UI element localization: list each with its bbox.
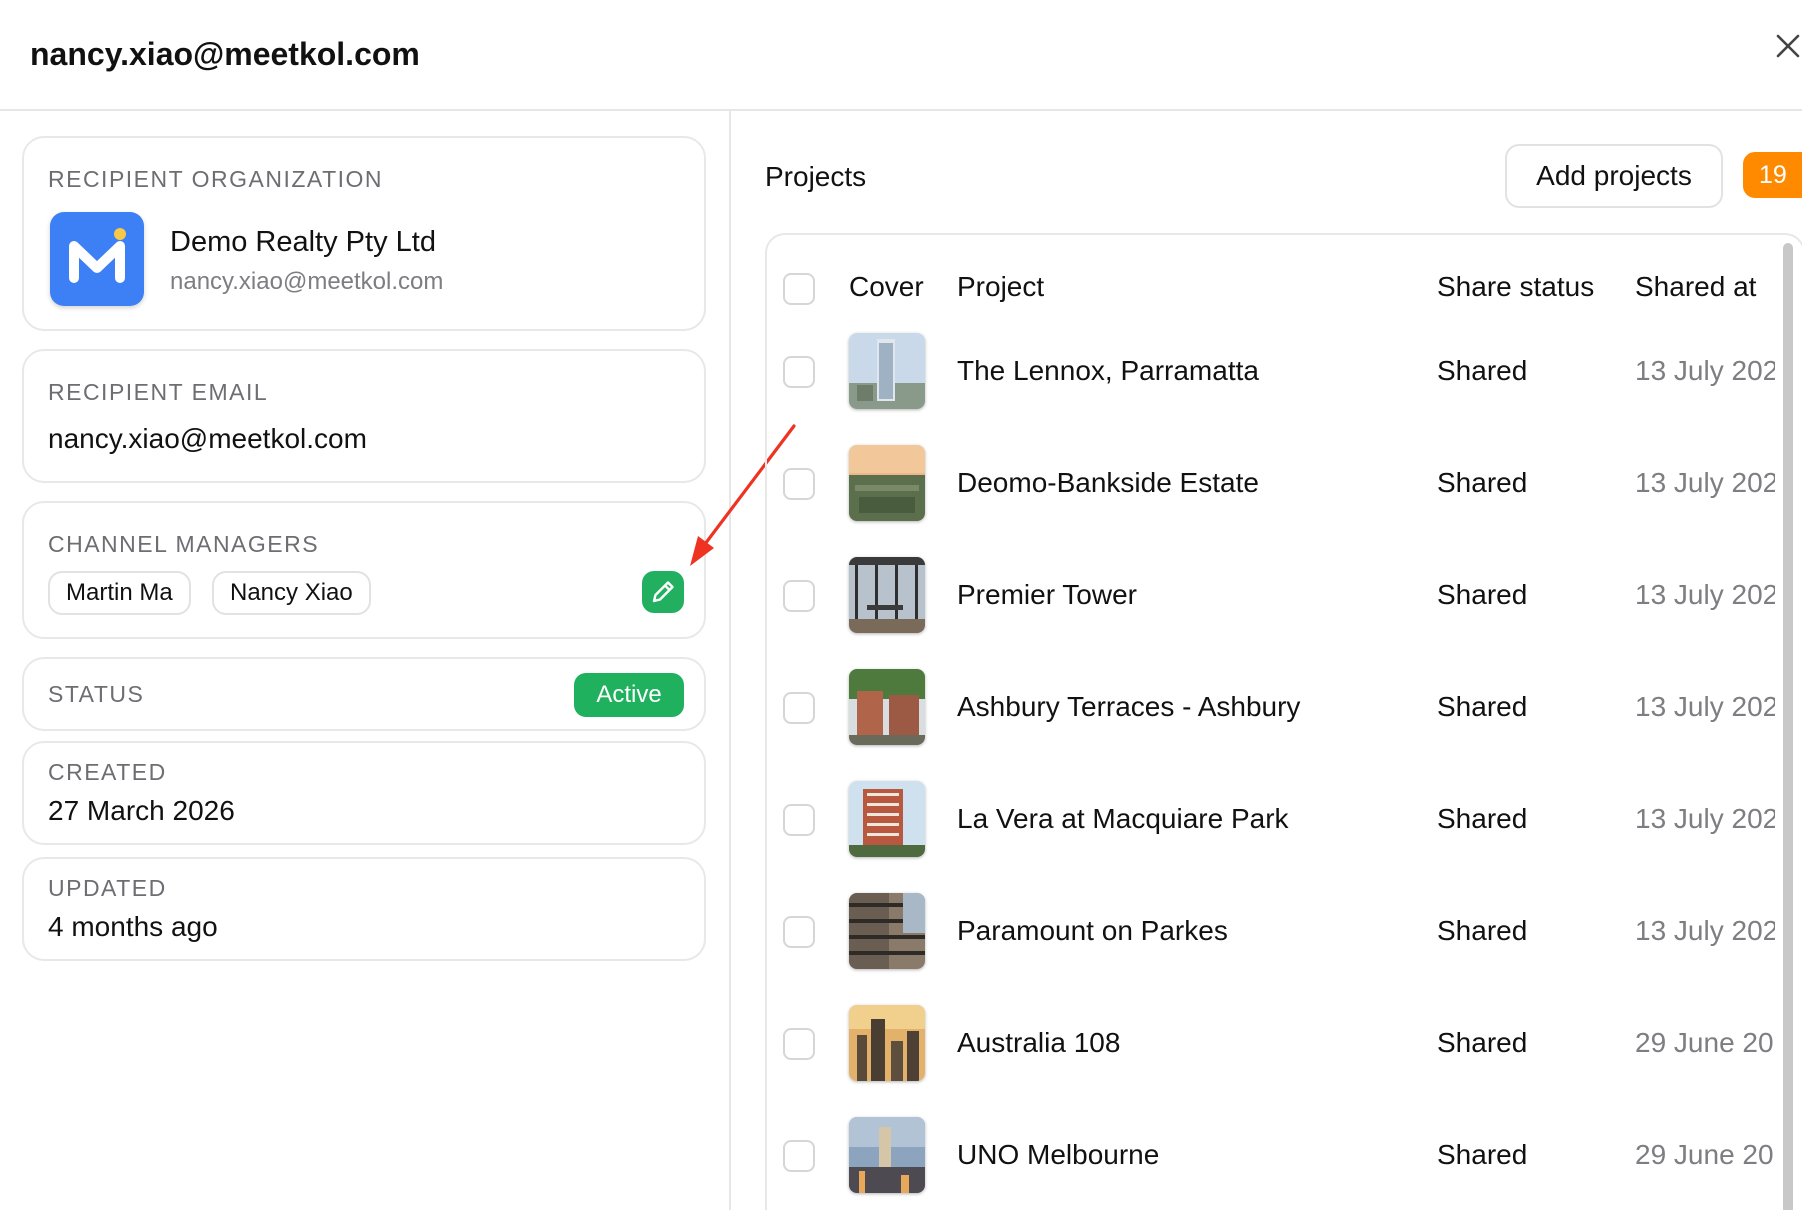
column-header-cover: Cover — [849, 271, 924, 302]
shared-at: 13 July 202 — [1635, 691, 1775, 722]
table-row[interactable]: Premier Tower Shared 13 July 202 — [767, 557, 1802, 669]
table-row[interactable]: Ashbury Terraces - Ashbury Shared 13 Jul… — [767, 669, 1802, 781]
shared-at: 13 July 202 — [1635, 467, 1775, 498]
project-name[interactable]: Paramount on Parkes — [957, 915, 1228, 947]
created-label: CREATED — [48, 759, 167, 785]
column-header-shared-at[interactable]: Shared at — [1635, 271, 1756, 303]
table-row[interactable]: Paramount on Parkes Shared 13 July 202 — [767, 893, 1802, 1005]
shared-at: 13 July 202 — [1635, 803, 1775, 834]
status-card: STATUS Active — [22, 657, 706, 731]
table-row[interactable]: UNO Melbourne Shared 29 June 20 — [767, 1117, 1802, 1210]
manager-chip[interactable]: Nancy Xiao — [212, 571, 371, 615]
project-cover-image — [849, 445, 925, 521]
scrollbar-thumb[interactable] — [1783, 243, 1793, 1210]
status-badge: Active — [574, 673, 684, 717]
project-name[interactable]: UNO Melbourne — [957, 1139, 1159, 1171]
updated-card: UPDATED 4 months ago — [22, 857, 706, 961]
shared-at: 29 June 20 — [1635, 1027, 1774, 1058]
project-name[interactable]: Premier Tower — [957, 579, 1137, 611]
project-cover-image — [849, 781, 925, 857]
organization-logo — [50, 212, 144, 306]
project-cover-image — [849, 333, 925, 409]
row-checkbox[interactable] — [783, 580, 815, 612]
updated-label: UPDATED — [48, 875, 167, 901]
column-header-share-status[interactable]: Share status — [1437, 271, 1594, 303]
row-checkbox[interactable] — [783, 468, 815, 500]
column-header-project[interactable]: Project — [957, 271, 1044, 303]
project-cover-image — [849, 1005, 925, 1081]
channel-managers-card: CHANNEL MANAGERS Martin Ma Nancy Xiao — [22, 501, 706, 639]
recipient-email-value: nancy.xiao@meetkol.com — [48, 423, 367, 454]
projects-table: Cover Project Share status Shared at The… — [765, 233, 1802, 1210]
project-name[interactable]: The Lennox, Parramatta — [957, 355, 1259, 387]
modal-header: nancy.xiao@meetkol.com — [0, 0, 1802, 111]
table-row[interactable]: Deomo-Bankside Estate Shared 13 July 202 — [767, 445, 1802, 557]
status-label: STATUS — [48, 681, 145, 707]
projects-panel: Projects Add projects 19 Cover Project S… — [733, 111, 1802, 1210]
share-status: Shared — [1437, 803, 1528, 834]
row-checkbox[interactable] — [783, 356, 815, 388]
close-icon[interactable] — [1772, 30, 1802, 62]
add-projects-button[interactable]: Add projects — [1505, 144, 1723, 208]
table-row[interactable]: Australia 108 Shared 29 June 20 — [767, 1005, 1802, 1117]
shared-at: 13 July 202 — [1635, 579, 1775, 610]
project-cover-image — [849, 1117, 925, 1193]
pencil-icon — [652, 581, 674, 603]
projects-count-badge: 19 — [1743, 152, 1802, 198]
project-name[interactable]: Deomo-Bankside Estate — [957, 467, 1259, 499]
share-status: Shared — [1437, 1139, 1528, 1170]
organization-name: Demo Realty Pty Ltd — [170, 226, 436, 258]
row-checkbox[interactable] — [783, 916, 815, 948]
shared-at: 13 July 202 — [1635, 355, 1775, 386]
created-card: CREATED 27 March 2026 — [22, 741, 706, 845]
shared-at: 13 July 202 — [1635, 915, 1775, 946]
row-checkbox[interactable] — [783, 1140, 815, 1172]
table-scrollbar[interactable] — [1779, 243, 1797, 1210]
row-checkbox[interactable] — [783, 692, 815, 724]
recipient-organization-label: RECIPIENT ORGANIZATION — [48, 166, 384, 192]
recipient-details-panel: RECIPIENT ORGANIZATION Demo Realty Pty L… — [0, 111, 731, 1210]
manager-chip[interactable]: Martin Ma — [48, 571, 191, 615]
recipient-email-label: RECIPIENT EMAIL — [48, 379, 269, 405]
channel-managers-label: CHANNEL MANAGERS — [48, 531, 320, 557]
share-status: Shared — [1437, 467, 1528, 498]
share-status: Shared — [1437, 579, 1528, 610]
select-all-checkbox[interactable] — [783, 273, 815, 305]
row-checkbox[interactable] — [783, 804, 815, 836]
updated-value: 4 months ago — [48, 911, 218, 942]
project-cover-image — [849, 893, 925, 969]
m-logo-icon — [69, 228, 126, 283]
modal-title: nancy.xiao@meetkol.com — [30, 36, 420, 72]
share-status: Shared — [1437, 915, 1528, 946]
row-checkbox[interactable] — [783, 1028, 815, 1060]
recipient-email-card: RECIPIENT EMAIL nancy.xiao@meetkol.com — [22, 349, 706, 483]
recipient-organization-card: RECIPIENT ORGANIZATION Demo Realty Pty L… — [22, 136, 706, 331]
shared-at: 29 June 20 — [1635, 1139, 1774, 1170]
project-name[interactable]: Ashbury Terraces - Ashbury — [957, 691, 1300, 723]
edit-managers-button[interactable] — [642, 571, 684, 613]
project-cover-image — [849, 669, 925, 745]
share-status: Shared — [1437, 1027, 1528, 1058]
organization-email: nancy.xiao@meetkol.com — [170, 268, 444, 295]
table-row[interactable]: The Lennox, Parramatta Shared 13 July 20… — [767, 333, 1802, 445]
project-cover-image — [849, 557, 925, 633]
project-name[interactable]: Australia 108 — [957, 1027, 1120, 1059]
project-name[interactable]: La Vera at Macquiare Park — [957, 803, 1289, 835]
share-status: Shared — [1437, 355, 1528, 386]
share-status: Shared — [1437, 691, 1528, 722]
created-value: 27 March 2026 — [48, 795, 235, 826]
projects-title: Projects — [765, 161, 867, 192]
table-row[interactable]: La Vera at Macquiare Park Shared 13 July… — [767, 781, 1802, 893]
